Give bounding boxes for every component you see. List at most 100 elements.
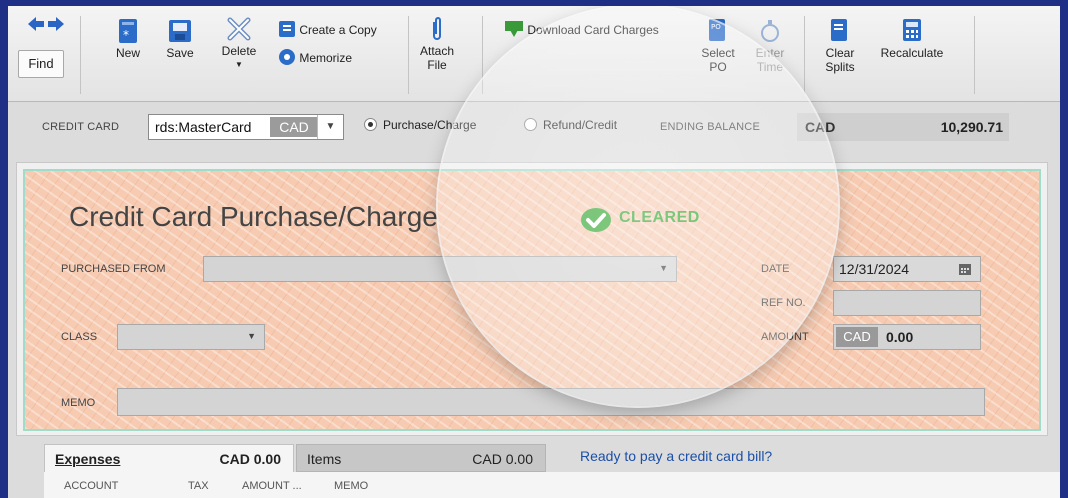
enter-label: Enter bbox=[755, 46, 785, 60]
attach-file-button[interactable]: Attach File bbox=[412, 16, 462, 72]
amount-value: 0.00 bbox=[886, 329, 914, 345]
purchase-order-icon: PO bbox=[709, 19, 725, 41]
memorize-label: Memorize bbox=[299, 51, 353, 65]
column-header-tax[interactable]: TAX bbox=[188, 480, 209, 492]
chevron-down-icon[interactable]: ▼ bbox=[247, 331, 256, 341]
pay-credit-card-bill-link[interactable]: Ready to pay a credit card bill? bbox=[580, 448, 772, 464]
delete-x-icon bbox=[227, 17, 251, 41]
ending-balance-label: ENDING BALANCE bbox=[660, 121, 760, 133]
expenses-tab-label: Expenses bbox=[55, 451, 121, 467]
enter-time-button[interactable]: Enter Time bbox=[750, 18, 790, 74]
save-label: Save bbox=[166, 46, 194, 60]
calendar-icon[interactable] bbox=[958, 262, 972, 276]
tab-items[interactable]: Items CAD 0.00 bbox=[296, 444, 546, 472]
new-button[interactable]: * New bbox=[102, 18, 154, 60]
find-button[interactable]: Find bbox=[18, 50, 64, 78]
paperclip-icon bbox=[433, 17, 441, 40]
refund-credit-label: Refund/Credit bbox=[543, 118, 618, 132]
account-name: rds:MasterCard bbox=[155, 119, 252, 135]
chevron-down-icon[interactable]: ▼ bbox=[659, 263, 668, 273]
download-label: Download Card Charges bbox=[527, 23, 659, 37]
attach-label: Attach bbox=[419, 44, 455, 58]
transaction-form: Credit Card Purchase/Charge CLEARED PURC… bbox=[16, 162, 1048, 436]
calculator-icon bbox=[903, 19, 921, 41]
purchased-from-label: PURCHASED FROM bbox=[61, 263, 166, 275]
account-row: CREDIT CARD rds:MasterCard CAD ▼ Purchas… bbox=[8, 103, 1060, 149]
radio-unselected-icon bbox=[524, 118, 537, 131]
memorize-button[interactable]: Memorize bbox=[278, 48, 352, 66]
download-card-charges-button[interactable]: Download Card Charges bbox=[504, 20, 659, 38]
svg-text:PO: PO bbox=[711, 23, 721, 31]
date-label: DATE bbox=[761, 263, 790, 275]
class-select[interactable]: ▼ bbox=[117, 324, 265, 350]
memorize-gear-icon bbox=[279, 49, 295, 65]
clear-label: Clear bbox=[825, 46, 855, 60]
select-label: Select bbox=[701, 46, 735, 60]
tab-expenses[interactable]: Expenses CAD 0.00 bbox=[44, 444, 294, 472]
download-charges-icon bbox=[505, 21, 523, 37]
recalculate-label: Recalculate bbox=[880, 46, 944, 60]
create-copy-label: Create a Copy bbox=[299, 23, 377, 37]
amount-currency-badge: CAD bbox=[836, 327, 878, 347]
memo-input[interactable] bbox=[117, 388, 985, 416]
chevron-down-icon[interactable]: ▼ bbox=[317, 115, 343, 139]
new-label: New bbox=[115, 46, 140, 60]
cleared-check-icon bbox=[581, 208, 611, 232]
time-label: Time bbox=[756, 60, 784, 74]
ref-no-input[interactable] bbox=[833, 290, 981, 316]
po-label: PO bbox=[709, 60, 727, 74]
items-tab-label: Items bbox=[307, 451, 342, 467]
clear-splits-button[interactable]: Clear Splits bbox=[820, 18, 860, 74]
form-check-area: Credit Card Purchase/Charge CLEARED PURC… bbox=[23, 169, 1041, 431]
purchase-charge-radio[interactable]: Purchase/Charge bbox=[364, 118, 476, 132]
dropdown-caret-icon[interactable]: ▼ bbox=[214, 58, 264, 72]
ref-no-label: REF NO. bbox=[761, 297, 806, 309]
balance-amount: 10,290.71 bbox=[940, 119, 1003, 135]
amount-input[interactable]: CAD 0.00 bbox=[833, 324, 981, 350]
stopwatch-icon bbox=[761, 20, 779, 42]
back-forward-icon[interactable] bbox=[26, 16, 66, 32]
toolbar-divider bbox=[408, 16, 409, 94]
clear-splits-icon bbox=[831, 19, 847, 41]
form-title: Credit Card Purchase/Charge bbox=[69, 201, 438, 232]
purchased-from-select[interactable]: ▼ bbox=[203, 256, 677, 282]
class-label: CLASS bbox=[61, 331, 98, 343]
create-copy-button[interactable]: Create a Copy bbox=[278, 20, 377, 38]
save-button[interactable]: Save bbox=[158, 18, 202, 60]
items-tab-amount: CAD 0.00 bbox=[472, 451, 533, 467]
toolbar-divider bbox=[974, 16, 975, 94]
date-input[interactable]: 12/31/2024 bbox=[833, 256, 981, 282]
toolbar-divider bbox=[80, 16, 81, 94]
splits-label: Splits bbox=[825, 60, 855, 74]
radio-selected-icon bbox=[364, 118, 377, 131]
ending-balance-box: CAD 10,290.71 bbox=[797, 113, 1009, 141]
toolbar: Find * New Save Delete ▼ Create a Copy M… bbox=[8, 6, 1060, 102]
column-header-amount[interactable]: AMOUNT ... bbox=[242, 480, 302, 492]
purchase-charge-label: Purchase/Charge bbox=[383, 118, 477, 132]
select-po-button[interactable]: PO Select PO bbox=[698, 18, 738, 74]
recalculate-button[interactable]: Recalculate bbox=[874, 18, 950, 60]
toolbar-divider bbox=[804, 16, 805, 94]
copy-icon bbox=[279, 21, 295, 37]
amount-label: AMOUNT bbox=[761, 331, 809, 343]
svg-text:*: * bbox=[123, 28, 129, 42]
column-header-account[interactable]: ACCOUNT bbox=[64, 480, 118, 492]
date-value: 12/31/2024 bbox=[839, 261, 910, 277]
transaction-window: Find * New Save Delete ▼ Create a Copy M… bbox=[8, 6, 1060, 498]
credit-card-account-select[interactable]: rds:MasterCard CAD ▼ bbox=[148, 114, 344, 140]
column-header-memo[interactable]: MEMO bbox=[334, 480, 368, 492]
balance-currency: CAD bbox=[805, 119, 836, 135]
account-currency-badge: CAD bbox=[270, 117, 318, 137]
cleared-status: CLEARED bbox=[619, 209, 700, 226]
delete-button[interactable]: Delete ▼ bbox=[214, 16, 264, 72]
toolbar-divider bbox=[482, 16, 483, 94]
expenses-tab-amount: CAD 0.00 bbox=[219, 451, 281, 467]
credit-card-label: CREDIT CARD bbox=[42, 121, 120, 133]
expenses-grid-header: ACCOUNT TAX AMOUNT ... MEMO bbox=[44, 472, 1060, 498]
detail-tabs: Expenses CAD 0.00 Items CAD 0.00 Ready t… bbox=[8, 438, 1060, 498]
refund-credit-radio[interactable]: Refund/Credit bbox=[524, 118, 617, 132]
file-label: File bbox=[427, 58, 447, 72]
nav-arrows bbox=[24, 16, 68, 35]
save-disk-icon bbox=[169, 20, 191, 42]
new-document-icon: * bbox=[119, 19, 137, 43]
